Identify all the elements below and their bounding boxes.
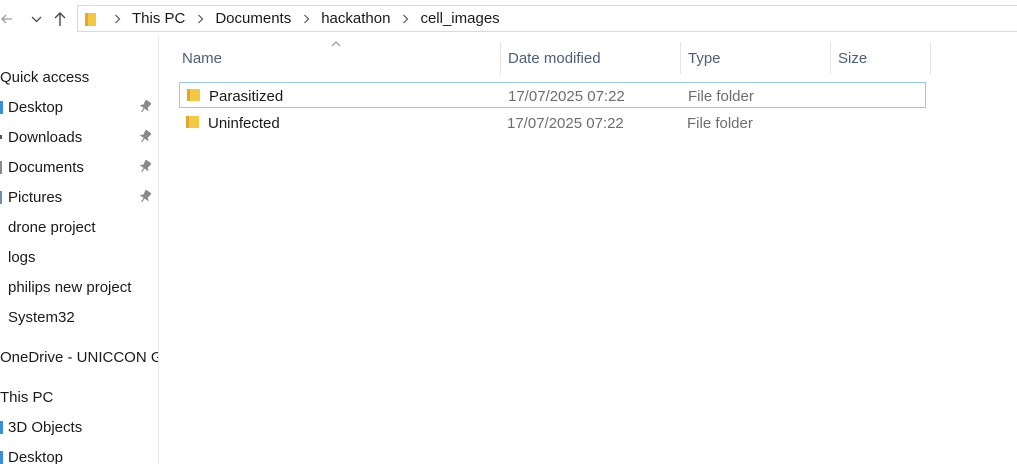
sidebar-item-desktop-pc[interactable]: Desktop — [0, 445, 158, 464]
chevron-down-icon[interactable] — [29, 9, 43, 29]
navigation-pane: Quick access Desktop Downloads Documents… — [0, 37, 159, 464]
file-type: File folder — [687, 114, 753, 132]
sidebar-item-3d-objects[interactable]: 3D Objects — [0, 415, 158, 439]
sidebar-item-drone-project[interactable]: drone project — [0, 215, 158, 239]
sidebar-item-label: drone project — [8, 218, 96, 236]
file-date-modified: 17/07/2025 07:22 — [508, 87, 625, 105]
breadcrumb-documents[interactable]: Documents — [211, 10, 295, 27]
sidebar-item-label: System32 — [8, 308, 75, 326]
file-name: Uninfected — [208, 114, 280, 132]
folder-icon — [84, 12, 98, 26]
sidebar-item-label: Downloads — [8, 128, 83, 146]
folder-icon — [187, 89, 200, 101]
sidebar-item-logs[interactable]: logs — [0, 245, 158, 269]
sidebar-quick-access[interactable]: Quick access — [0, 65, 158, 89]
sidebar-item-label: This PC — [0, 388, 54, 406]
sidebar-item-label: Documents — [8, 158, 84, 176]
desktop-icon — [0, 101, 3, 114]
folder-icon — [186, 116, 199, 128]
pin-icon[interactable] — [139, 130, 151, 144]
chevron-right-icon[interactable] — [299, 14, 313, 24]
chevron-right-icon[interactable] — [193, 14, 207, 24]
column-header-date-modified[interactable]: Date modified — [508, 43, 680, 73]
column-header-label: Name — [182, 49, 223, 67]
breadcrumb-this-pc[interactable]: This PC — [128, 10, 189, 27]
up-arrow-icon[interactable] — [52, 9, 68, 29]
sidebar-item-system32[interactable]: System32 — [0, 305, 158, 329]
back-arrow-icon[interactable] — [0, 9, 14, 29]
column-divider[interactable] — [680, 42, 681, 74]
breadcrumb-hackathon[interactable]: hackathon — [317, 10, 394, 27]
pin-icon[interactable] — [139, 160, 151, 174]
pin-icon[interactable] — [139, 190, 151, 204]
sidebar-item-label: Desktop — [8, 448, 64, 464]
sidebar-item-desktop[interactable]: Desktop — [0, 95, 158, 119]
sidebar-item-philips-new-project[interactable]: philips new project — [0, 275, 158, 299]
sidebar-item-documents[interactable]: Documents — [0, 155, 158, 179]
sidebar-this-pc[interactable]: This PC — [0, 385, 158, 409]
column-header-name[interactable]: Name — [182, 43, 500, 73]
3d-objects-icon — [0, 421, 3, 434]
pictures-icon — [0, 191, 2, 204]
file-date-modified: 17/07/2025 07:22 — [507, 114, 624, 132]
column-header-type[interactable]: Type — [688, 43, 830, 73]
sidebar-item-label: philips new project — [8, 278, 132, 296]
column-header-label: Type — [688, 49, 721, 67]
sidebar-item-label: 3D Objects — [8, 418, 83, 436]
navigation-bar: This PC Documents hackathon cell_images — [0, 0, 1017, 37]
column-divider[interactable] — [500, 42, 501, 74]
sidebar-item-pictures[interactable]: Pictures — [0, 185, 158, 209]
file-row-uninfected[interactable]: Uninfected 17/07/2025 07:22 File folder — [179, 110, 926, 136]
column-header-label: Date modified — [508, 49, 601, 67]
desktop-icon — [0, 451, 3, 464]
address-bar[interactable]: This PC Documents hackathon cell_images — [77, 5, 1017, 32]
sidebar-item-label: Desktop — [8, 98, 64, 116]
sidebar-item-label: Quick access — [0, 68, 90, 86]
column-header-size[interactable]: Size — [838, 43, 930, 73]
sidebar-item-downloads[interactable]: Downloads — [0, 125, 158, 149]
file-list: Name Date modified Type Size Parasitized… — [159, 37, 1017, 464]
sidebar-item-label: Pictures — [8, 188, 63, 206]
breadcrumb-cell-images[interactable]: cell_images — [416, 10, 503, 27]
column-header-label: Size — [838, 49, 868, 67]
sidebar-onedrive[interactable]: OneDrive - UNICCON GI — [0, 345, 158, 369]
sidebar-item-label: OneDrive - UNICCON GI — [0, 348, 159, 366]
sidebar-item-label: logs — [8, 248, 36, 266]
column-divider[interactable] — [930, 42, 931, 74]
pin-icon[interactable] — [139, 100, 151, 114]
file-name: Parasitized — [209, 87, 284, 105]
file-row-parasitized[interactable]: Parasitized 17/07/2025 07:22 File folder — [179, 82, 926, 108]
documents-icon — [0, 161, 2, 174]
column-divider[interactable] — [830, 42, 831, 74]
downloads-icon — [0, 135, 2, 139]
chevron-right-icon[interactable] — [110, 14, 124, 24]
file-type: File folder — [688, 87, 754, 105]
chevron-right-icon[interactable] — [398, 14, 412, 24]
